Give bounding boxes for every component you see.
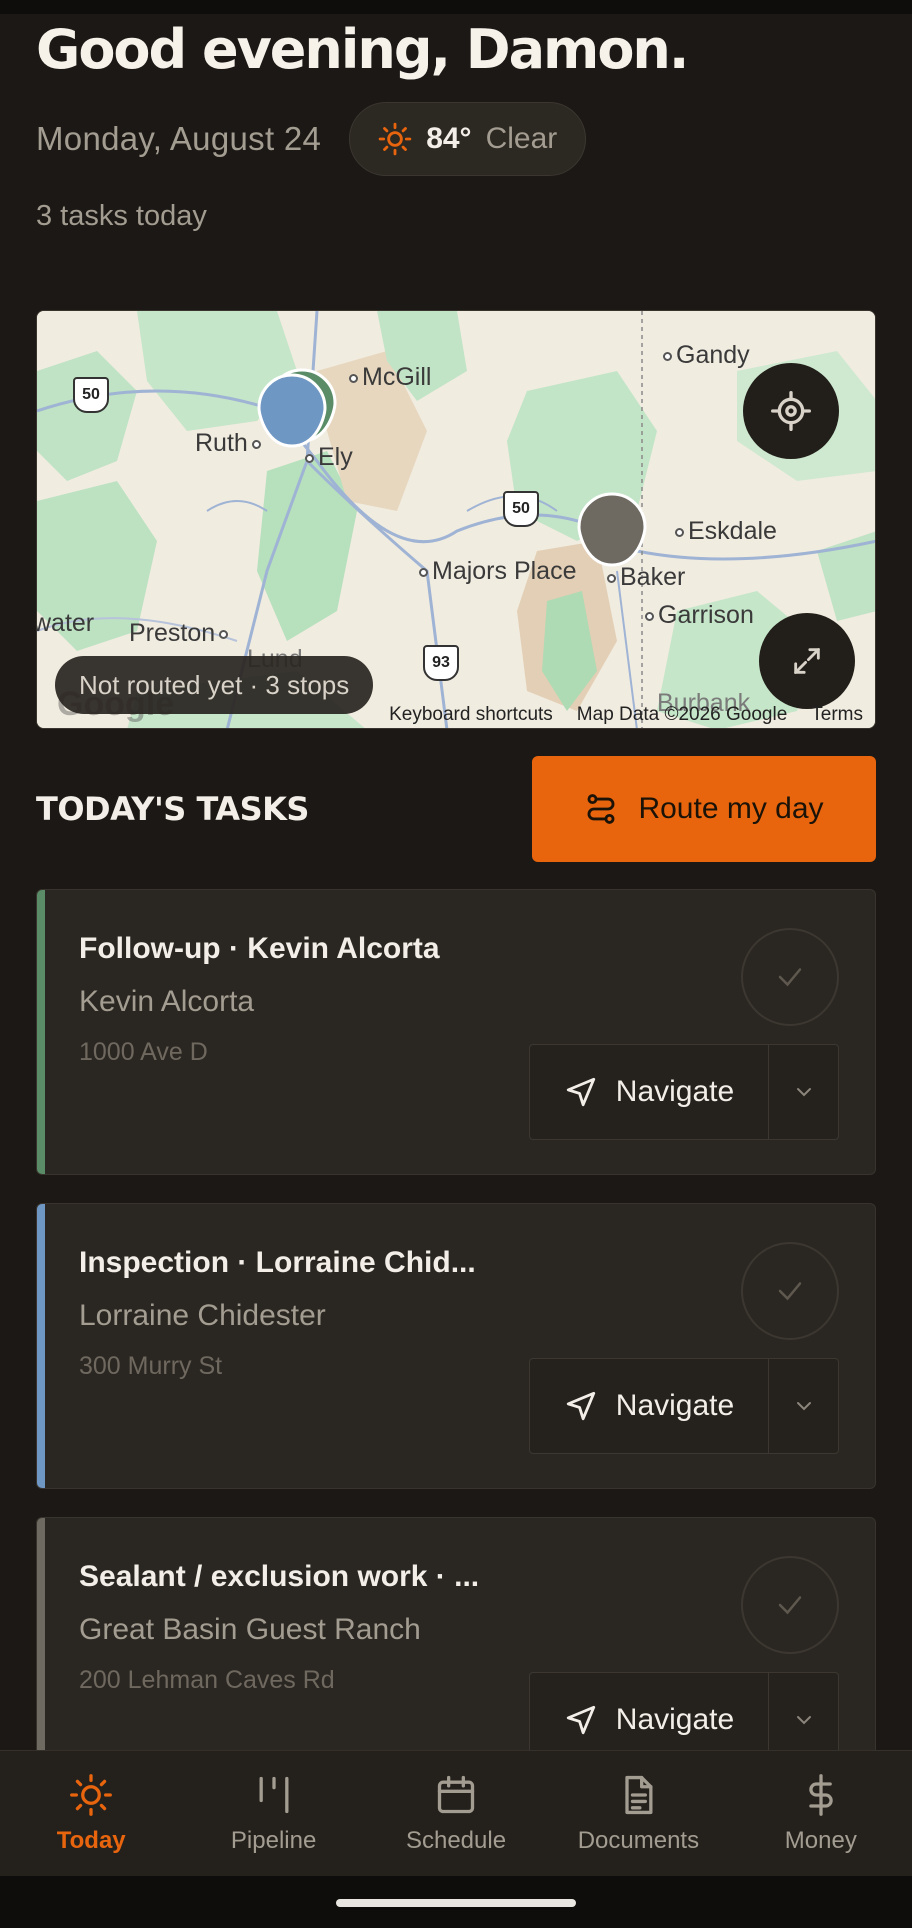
check-icon	[778, 1282, 802, 1301]
navigate-button-group: Navigate	[529, 1044, 839, 1140]
nav-item-money[interactable]: Money	[730, 1751, 912, 1876]
weather-condition: Clear	[485, 122, 558, 155]
task-address: 1000 Ave D	[79, 1038, 208, 1066]
nav-label: Money	[784, 1826, 857, 1854]
task-title: Follow-up · Kevin Alcorta	[79, 932, 440, 965]
navigate-options-button[interactable]	[768, 1359, 838, 1453]
section-title: TODAY'S TASKS	[36, 790, 309, 828]
keyboard-shortcuts-link[interactable]: Keyboard shortcuts	[389, 704, 553, 726]
bottom-nav: Today Pipeline Schedule Documents Money	[0, 1750, 912, 1876]
navigate-button-group: Navigate	[529, 1358, 839, 1454]
map-data-attribution: Map Data ©2026 Google	[576, 704, 788, 725]
navigation-arrow-icon	[566, 1705, 595, 1735]
header: Good evening, Damon. Monday, August 24 8…	[36, 14, 876, 233]
navigate-button[interactable]: Navigate	[530, 1359, 768, 1453]
complete-task-button[interactable]	[741, 1242, 839, 1340]
navigation-arrow-icon	[566, 1077, 595, 1107]
map-label-mcgill: McGill	[345, 363, 431, 392]
map-label-majors-place: Majors Place	[415, 557, 577, 586]
task-client: Kevin Alcorta	[79, 985, 255, 1018]
map-label-baker: Baker	[603, 563, 685, 592]
page-title: Good evening, Damon.	[36, 18, 689, 81]
task-client: Great Basin Guest Ranch	[79, 1613, 421, 1646]
terms-link[interactable]: Terms	[811, 704, 863, 726]
route-my-day-button[interactable]: Route my day	[532, 756, 876, 862]
nav-item-schedule[interactable]: Schedule	[365, 1751, 547, 1876]
pipeline-icon	[259, 1776, 289, 1813]
home-gesture-bar[interactable]	[336, 1899, 576, 1907]
expand-icon	[794, 648, 820, 674]
route-shield-50-east: 50	[503, 491, 539, 527]
chevron-down-icon	[796, 1402, 811, 1411]
nav-label: Documents	[577, 1826, 700, 1854]
map-label-preston: Preston	[129, 619, 232, 648]
map-footer: Keyboard shortcuts Map Data ©2026 Google…	[389, 704, 863, 726]
chevron-down-icon	[796, 1716, 811, 1725]
check-icon	[778, 968, 802, 987]
check-icon	[778, 1596, 802, 1615]
map-view[interactable]: Gandy McGill Ruth Ely Eskdale Majors Pla…	[36, 310, 876, 729]
navigate-label: Navigate	[615, 1075, 735, 1108]
map-label-water: water	[36, 609, 95, 637]
sun-icon	[70, 1773, 113, 1816]
weather-temp: 84°	[426, 122, 472, 155]
dollar-icon	[809, 1773, 833, 1816]
nav-item-documents[interactable]: Documents	[547, 1751, 729, 1876]
map-marker-gray[interactable]	[577, 492, 647, 567]
task-card[interactable]: Follow-up · Kevin Alcorta Kevin Alcorta …	[36, 889, 876, 1175]
map-label-ruth: Ruth	[195, 429, 265, 458]
task-address: 300 Murry St	[79, 1352, 223, 1380]
route-my-day-label: Route my day	[638, 792, 824, 825]
sun-icon	[378, 122, 412, 156]
chevron-down-icon	[796, 1088, 811, 1097]
task-accent	[37, 890, 45, 1174]
nav-label: Schedule	[405, 1826, 507, 1854]
map-label-ely: Ely	[301, 443, 353, 472]
route-shield-50: 50	[73, 377, 109, 413]
task-title: Inspection · Lorraine Chid...	[79, 1246, 476, 1279]
date-label: Monday, August 24	[36, 120, 322, 157]
status-bar	[0, 0, 912, 14]
nav-item-pipeline[interactable]: Pipeline	[182, 1751, 364, 1876]
complete-task-button[interactable]	[741, 928, 839, 1026]
crosshair-icon	[771, 391, 811, 431]
expand-map-button[interactable]	[759, 613, 855, 709]
complete-task-button[interactable]	[741, 1556, 839, 1654]
navigate-label: Navigate	[615, 1703, 735, 1736]
locate-me-button[interactable]	[743, 363, 839, 459]
navigate-label: Navigate	[615, 1389, 735, 1422]
route-icon	[587, 794, 615, 824]
document-icon	[625, 1775, 653, 1814]
task-count: 3 tasks today	[36, 200, 207, 232]
calendar-icon	[437, 1775, 475, 1813]
map-marker-blue[interactable]	[257, 373, 327, 448]
map-label-garrison: Garrison	[641, 601, 754, 630]
task-client: Lorraine Chidester	[79, 1299, 326, 1332]
task-card[interactable]: Inspection · Lorraine Chid... Lorraine C…	[36, 1203, 876, 1489]
map-label-gandy: Gandy	[659, 341, 750, 370]
route-shield-93: 93	[423, 645, 459, 681]
nav-item-today[interactable]: Today	[0, 1751, 182, 1876]
task-accent	[37, 1204, 45, 1488]
date-row: Monday, August 24 84° Clear	[36, 102, 876, 176]
nav-label: Today	[56, 1826, 126, 1854]
navigation-arrow-icon	[566, 1391, 595, 1421]
navigate-button[interactable]: Navigate	[530, 1045, 768, 1139]
nav-label: Pipeline	[230, 1826, 317, 1854]
weather-badge: 84° Clear	[349, 102, 587, 176]
task-title: Sealant / exclusion work · ...	[79, 1560, 480, 1593]
map-label-eskdale: Eskdale	[671, 517, 777, 546]
tasks-section-header: TODAY'S TASKS Route my day	[36, 756, 876, 862]
navigate-options-button[interactable]	[768, 1045, 838, 1139]
task-address: 200 Lehman Caves Rd	[79, 1666, 335, 1694]
route-status-pill: Not routed yet · 3 stops	[55, 656, 374, 714]
